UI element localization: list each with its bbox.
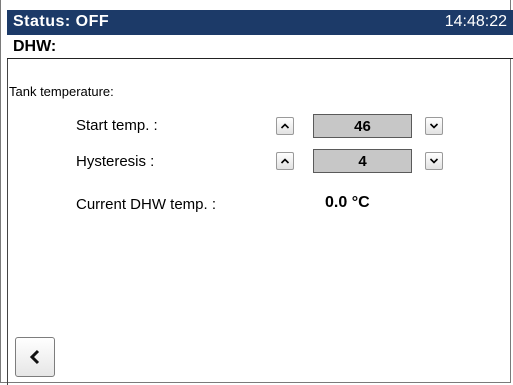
chevron-down-icon xyxy=(429,158,439,164)
hysteresis-increase-button[interactable] xyxy=(276,152,294,170)
back-button[interactable] xyxy=(15,337,55,377)
left-border xyxy=(7,59,8,385)
chevron-up-icon xyxy=(280,123,290,129)
hysteresis-label: Hysteresis : xyxy=(76,153,155,170)
tank-temperature-label: Tank temperature: xyxy=(9,84,114,99)
start-temp-label: Start temp. : xyxy=(76,117,158,134)
status-text: Status: OFF xyxy=(13,13,110,30)
section-title: DHW: xyxy=(13,38,57,55)
chevron-up-icon xyxy=(280,158,290,164)
start-temp-increase-button[interactable] xyxy=(276,117,294,135)
start-temp-decrease-button[interactable] xyxy=(425,117,443,135)
current-dhw-temp-label: Current DHW temp. : xyxy=(76,196,217,213)
hysteresis-value[interactable]: 4 xyxy=(313,149,412,173)
section-header: DHW: xyxy=(7,35,513,59)
clock: 14:48:22 xyxy=(444,13,507,30)
chevron-down-icon xyxy=(429,123,439,129)
chevron-left-icon xyxy=(29,349,40,365)
status-bar: Status: OFF 14:48:22 xyxy=(7,10,513,35)
start-temp-value[interactable]: 46 xyxy=(313,114,412,138)
hysteresis-decrease-button[interactable] xyxy=(425,152,443,170)
current-dhw-temp-value: 0.0 °C xyxy=(325,194,370,211)
